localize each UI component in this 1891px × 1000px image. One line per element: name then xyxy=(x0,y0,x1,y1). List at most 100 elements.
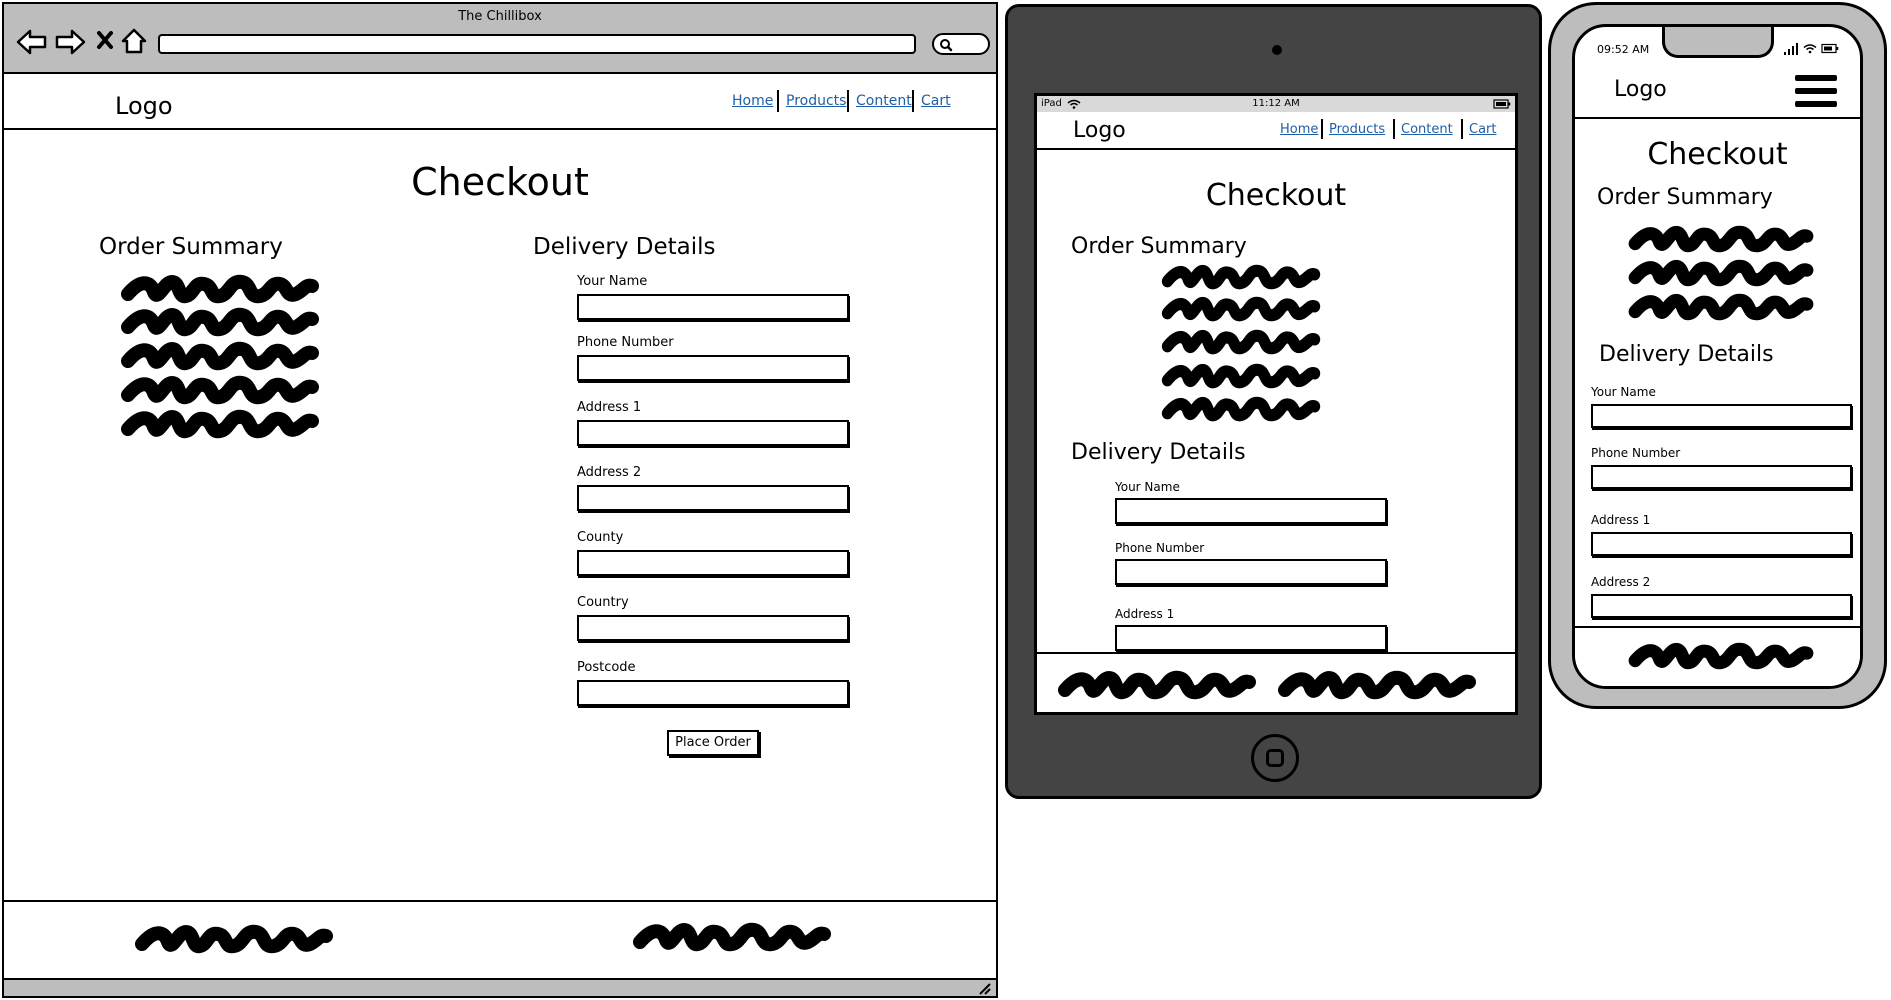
phone-order-line-item xyxy=(1623,259,1819,287)
forward-arrow-icon[interactable] xyxy=(54,28,86,56)
tablet-nav-link-cart[interactable]: Cart xyxy=(1469,122,1497,137)
address-bar[interactable] xyxy=(158,34,916,54)
phone-your-name-input[interactable] xyxy=(1591,404,1852,428)
address-2-input[interactable] xyxy=(577,485,849,511)
search-icon xyxy=(940,39,953,52)
browser-title: The Chillibox xyxy=(458,9,542,24)
phone-number-input[interactable] xyxy=(577,355,849,381)
tablet-screen: iPad 11:12 AM Logo Home Products Content… xyxy=(1034,93,1518,715)
tablet-your-name-input[interactable] xyxy=(1115,498,1387,524)
tablet-field-label-your-name: Your Name xyxy=(1115,480,1180,494)
order-summary-heading: Order Summary xyxy=(99,234,283,260)
footer-text-left xyxy=(134,924,334,954)
tablet-order-line-item xyxy=(1161,329,1321,355)
phone-field-label-address-1: Address 1 xyxy=(1591,513,1651,527)
tablet-page-title: Checkout xyxy=(1205,178,1347,213)
camera-icon xyxy=(1272,45,1282,55)
field-label-phone-number: Phone Number xyxy=(577,335,674,350)
delivery-details-heading: Delivery Details xyxy=(533,234,716,260)
county-input[interactable] xyxy=(577,550,849,576)
postcode-input[interactable] xyxy=(577,680,849,706)
field-label-postcode: Postcode xyxy=(577,660,636,675)
desktop-browser-window: The Chillibox Logo Home Products Content xyxy=(2,2,998,998)
phone-address-1-input[interactable] xyxy=(1591,532,1852,556)
order-line-item xyxy=(120,375,320,405)
browser-toolbar: The Chillibox xyxy=(4,4,996,74)
field-label-address-1: Address 1 xyxy=(577,400,642,415)
address-1-input[interactable] xyxy=(577,420,849,446)
phone-site-header: Logo xyxy=(1575,65,1860,119)
close-x-icon[interactable] xyxy=(96,30,114,50)
tablet-status-bar: iPad 11:12 AM xyxy=(1037,96,1515,112)
your-name-input[interactable] xyxy=(577,294,849,320)
field-label-your-name: Your Name xyxy=(577,274,648,289)
tablet-site-header: Logo Home Products Content Cart xyxy=(1037,112,1515,150)
resize-grip-icon[interactable] xyxy=(976,981,992,995)
phone-order-line-item xyxy=(1623,225,1819,253)
order-line-item xyxy=(120,307,320,337)
phone-order-line-item xyxy=(1623,293,1819,321)
tablet-field-label-phone-number: Phone Number xyxy=(1115,541,1205,555)
phone-screen: 09:52 AM Logo Checkout Order Summary Del… xyxy=(1572,24,1863,689)
tablet-order-line-item xyxy=(1161,396,1321,422)
tablet-phone-number-input[interactable] xyxy=(1115,559,1387,585)
nav-link-content[interactable]: Content xyxy=(856,93,912,109)
tablet-nav-link-home[interactable]: Home xyxy=(1280,122,1318,137)
site-logo[interactable]: Logo xyxy=(115,92,173,120)
search-field[interactable] xyxy=(932,33,990,55)
nav-separator xyxy=(912,90,914,112)
phone-field-label-your-name: Your Name xyxy=(1591,385,1656,399)
nav-link-cart[interactable]: Cart xyxy=(921,93,951,109)
order-line-item xyxy=(120,274,320,304)
nav-separator xyxy=(847,90,849,112)
tablet-footer-text-right xyxy=(1277,670,1477,700)
tablet-field-label-address-1: Address 1 xyxy=(1115,607,1175,621)
site-footer xyxy=(4,900,996,980)
nav-separator xyxy=(1461,119,1463,139)
tablet-site-footer xyxy=(1037,652,1515,712)
browser-status-bar xyxy=(4,978,996,996)
battery-icon xyxy=(1821,43,1839,54)
phone-delivery-details-heading: Delivery Details xyxy=(1599,342,1774,367)
tablet-footer-text-left xyxy=(1057,670,1257,700)
phone-page-title: Checkout xyxy=(1647,137,1788,172)
footer-text-right xyxy=(632,922,832,952)
nav-link-products[interactable]: Products xyxy=(786,93,846,109)
phone-field-label-phone-number: Phone Number xyxy=(1591,446,1681,460)
battery-icon xyxy=(1493,99,1511,109)
tablet-order-line-item xyxy=(1161,264,1321,290)
tablet-address-1-input[interactable] xyxy=(1115,625,1387,651)
tablet-nav-link-content[interactable]: Content xyxy=(1401,122,1453,137)
order-line-item xyxy=(120,341,320,371)
phone-field-label-address-2: Address 2 xyxy=(1591,575,1651,589)
phone-footer-text xyxy=(1623,642,1819,670)
nav-link-home[interactable]: Home xyxy=(732,93,773,109)
country-input[interactable] xyxy=(577,615,849,641)
nav-separator xyxy=(1321,119,1323,139)
phone-notch xyxy=(1662,27,1774,58)
phone-site-logo[interactable]: Logo xyxy=(1614,77,1667,102)
place-order-button[interactable]: Place Order xyxy=(667,730,759,756)
phone-phone-number-input[interactable] xyxy=(1591,465,1852,489)
back-arrow-icon[interactable] xyxy=(16,28,48,56)
field-label-address-2: Address 2 xyxy=(577,465,642,480)
hamburger-menu-icon[interactable] xyxy=(1795,75,1837,109)
phone-order-summary-heading: Order Summary xyxy=(1597,185,1773,210)
nav-separator xyxy=(777,90,779,112)
site-header: Logo Home Products Content Cart xyxy=(4,74,996,130)
tablet-nav-link-products[interactable]: Products xyxy=(1329,122,1385,137)
tablet-delivery-details-heading: Delivery Details xyxy=(1071,440,1246,465)
tablet-device: iPad 11:12 AM Logo Home Products Content… xyxy=(1005,4,1542,799)
signal-icon xyxy=(1784,43,1798,55)
tablet-status-time: 11:12 AM xyxy=(1252,98,1300,109)
tablet-site-logo[interactable]: Logo xyxy=(1073,118,1126,143)
field-label-country: Country xyxy=(577,595,629,610)
wifi-icon xyxy=(1803,44,1817,54)
home-button-icon[interactable] xyxy=(1251,734,1299,782)
home-icon[interactable] xyxy=(120,27,148,55)
phone-address-2-input[interactable] xyxy=(1591,594,1852,618)
order-line-item xyxy=(120,409,320,439)
field-label-county: County xyxy=(577,530,624,545)
tablet-order-summary-heading: Order Summary xyxy=(1071,234,1247,259)
phone-status-time: 09:52 AM xyxy=(1597,43,1650,56)
